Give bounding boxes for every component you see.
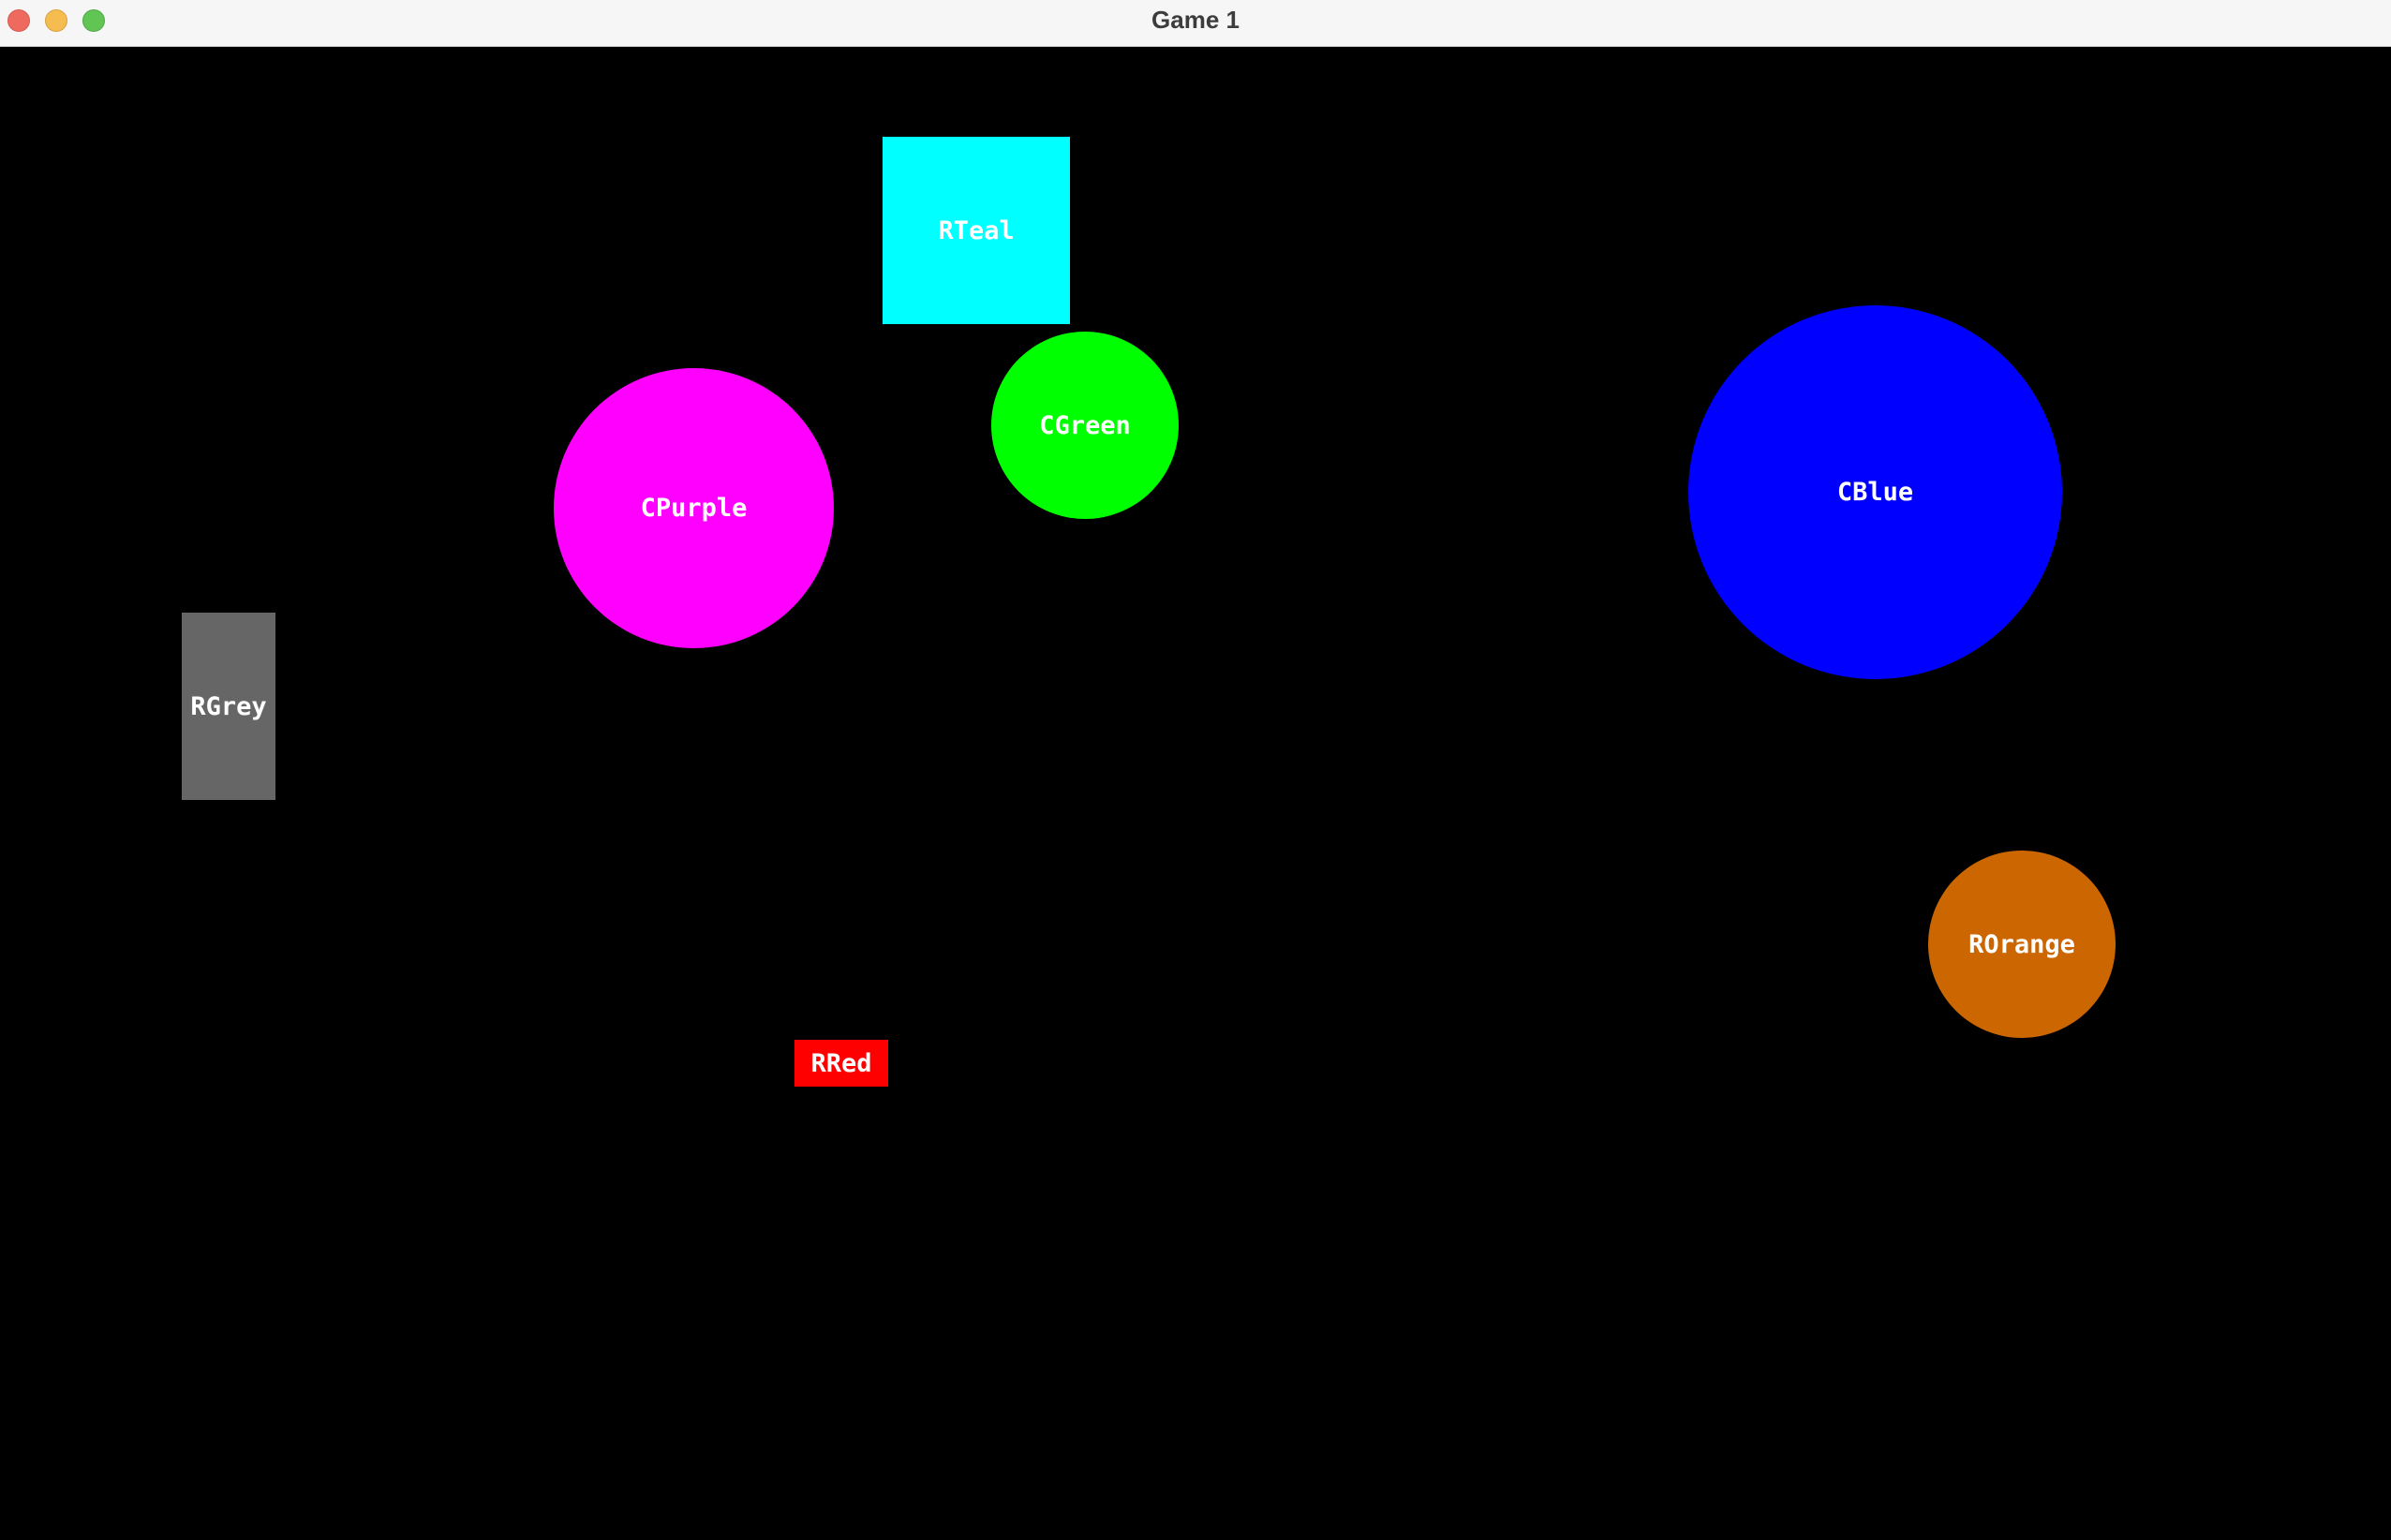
shape-label: RTeal bbox=[938, 215, 1015, 245]
shape-grey-rectangle[interactable]: RGrey bbox=[182, 613, 275, 800]
shape-label: RRed bbox=[810, 1048, 872, 1078]
shape-purple-circle[interactable]: CPurple bbox=[554, 368, 834, 648]
shape-label: ROrange bbox=[1968, 929, 2075, 959]
shape-label: CGreen bbox=[1039, 410, 1131, 440]
shape-orange-circle[interactable]: ROrange bbox=[1928, 851, 2116, 1038]
shape-red-rectangle[interactable]: RRed bbox=[795, 1040, 888, 1087]
window-title: Game 1 bbox=[1151, 6, 1240, 34]
title-bar[interactable]: Game 1 bbox=[0, 0, 2391, 47]
shape-green-circle[interactable]: CGreen bbox=[991, 332, 1179, 519]
shape-teal-rectangle[interactable]: RTeal bbox=[883, 137, 1070, 324]
shape-label: CPurple bbox=[640, 494, 748, 523]
game-window: Game 1 RTeal CGreen CPurple CBlue RGrey … bbox=[0, 0, 2391, 1540]
shape-blue-circle[interactable]: CBlue bbox=[1688, 305, 2062, 679]
game-canvas[interactable]: RTeal CGreen CPurple CBlue RGrey ROrange… bbox=[0, 47, 2391, 1540]
shape-label: RGrey bbox=[190, 691, 267, 721]
shape-label: CBlue bbox=[1836, 478, 1914, 507]
